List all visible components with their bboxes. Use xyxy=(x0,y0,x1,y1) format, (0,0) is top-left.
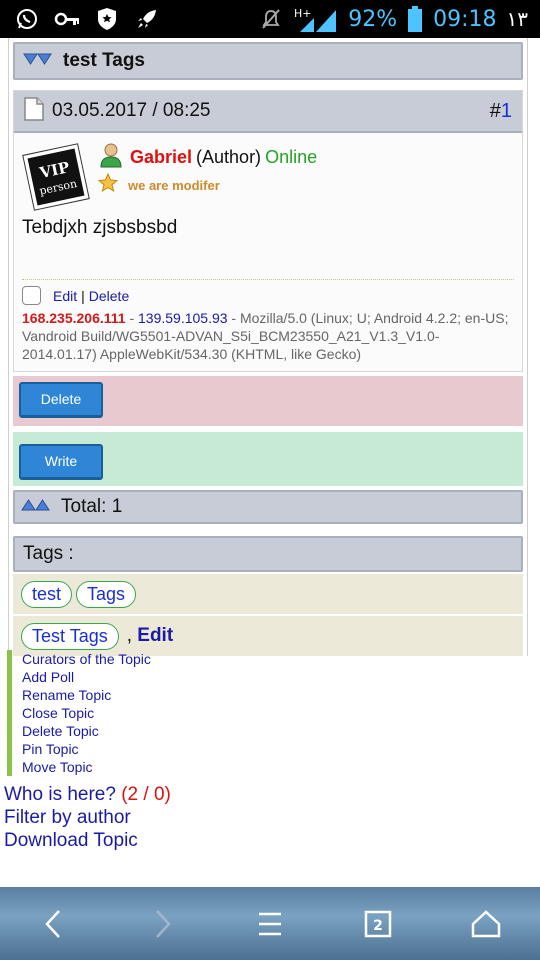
document-icon xyxy=(24,97,44,125)
shield-icon xyxy=(94,6,120,32)
author-info: Gabriel (Author) Online we are modifer xyxy=(97,143,317,197)
network-type: H+ xyxy=(294,7,312,20)
ip-dash: - xyxy=(125,310,139,326)
chevron-right-icon xyxy=(156,909,171,938)
ip-secondary[interactable]: 139.59.105.93 xyxy=(138,310,228,326)
double-arrow-up-icon xyxy=(21,497,51,517)
curators-link[interactable]: Curators of the Topic xyxy=(22,650,151,668)
move-topic-link[interactable]: Move Topic xyxy=(22,758,151,776)
tag-pill[interactable]: Tags xyxy=(76,580,137,608)
total-count: Total: 1 xyxy=(61,496,123,517)
close-topic-link[interactable]: Close Topic xyxy=(22,704,151,722)
post-header: 03.05.2017 / 08:25 #1 xyxy=(14,91,522,133)
topic-title-bar: test Tags xyxy=(13,42,523,80)
ip-primary[interactable]: 168.235.206.111 xyxy=(22,310,126,326)
author-line: Gabriel (Author) Online xyxy=(98,143,317,171)
post-number: #1 xyxy=(490,100,512,123)
online-status: Online xyxy=(265,146,318,167)
delete-area: Delete xyxy=(13,376,523,426)
whatsapp-icon xyxy=(14,6,40,32)
post-message: Tebdjxh zjsbsbsbd xyxy=(22,217,178,238)
tag-combined-pill[interactable]: Test Tags xyxy=(21,622,119,650)
delete-button[interactable]: Delete xyxy=(19,382,103,418)
avatar[interactable]: VIP person xyxy=(22,143,90,211)
delete-link[interactable]: Delete xyxy=(89,288,129,304)
post-actions: Edit | Delete xyxy=(22,286,514,305)
tags-header: Tags : xyxy=(13,536,523,572)
post-date: 03.05.2017 / 08:25 xyxy=(52,100,211,121)
home-button[interactable] xyxy=(456,894,516,954)
ip-info: 168.235.206.111 - 139.59.105.93 - Mozill… xyxy=(22,309,514,363)
divider xyxy=(22,279,514,280)
signal-icon: H+ xyxy=(294,6,338,32)
total-bar: Total: 1 xyxy=(13,490,523,524)
topic-tools: Curators of the Topic Add Poll Rename To… xyxy=(7,650,151,776)
day-indicator: ١٣ xyxy=(506,7,528,31)
separator: | xyxy=(81,287,85,304)
mute-icon xyxy=(258,6,284,32)
tag-edit-link[interactable]: Edit xyxy=(137,625,173,646)
chevron-left-icon xyxy=(45,909,60,938)
menu-button[interactable] xyxy=(240,894,300,954)
double-arrow-down-icon xyxy=(23,51,53,71)
tag-edit: , Edit xyxy=(127,625,173,647)
author-role: (Author) xyxy=(196,146,262,167)
download-topic-link[interactable]: Download Topic xyxy=(4,829,171,852)
back-button[interactable] xyxy=(24,894,84,954)
rename-topic-link[interactable]: Rename Topic xyxy=(22,686,151,704)
tabs-count: 2 xyxy=(373,918,383,934)
pin-topic-link[interactable]: Pin Topic xyxy=(22,740,151,758)
post-body: VIP person Gabriel (Author) Online we ar… xyxy=(14,133,522,371)
who-is-here-count: (2 / 0) xyxy=(121,784,171,805)
edit-link[interactable]: Edit xyxy=(53,288,77,304)
home-icon xyxy=(471,909,501,937)
tag-list: test Tags xyxy=(13,574,523,614)
status-bar: H+ 92% 09:18 ١٣ xyxy=(0,0,540,38)
key-icon xyxy=(54,6,80,32)
battery-percent: 92% xyxy=(348,6,398,32)
clock: 09:18 xyxy=(433,6,497,32)
star-icon xyxy=(97,172,119,197)
author-row: VIP person Gabriel (Author) Online we ar… xyxy=(22,143,514,211)
topic-title: test Tags xyxy=(63,50,146,71)
write-button[interactable]: Write xyxy=(19,444,103,480)
add-poll-link[interactable]: Add Poll xyxy=(22,668,151,686)
who-is-here-link[interactable]: Who is here? (2 / 0) xyxy=(4,783,171,806)
author-name[interactable]: Gabriel xyxy=(130,147,192,168)
tag-edit-prefix: , xyxy=(126,625,138,646)
tag-pill[interactable]: test xyxy=(21,580,73,608)
user-icon xyxy=(98,142,124,173)
bottom-links: Who is here? (2 / 0) Filter by author Do… xyxy=(4,783,171,852)
user-status: we are modifer xyxy=(97,172,317,197)
select-checkbox[interactable] xyxy=(22,286,41,305)
post: 03.05.2017 / 08:25 #1 VIP person Gabriel… xyxy=(13,90,523,372)
filter-by-author-link[interactable]: Filter by author xyxy=(4,806,171,829)
browser-navbar: 2 xyxy=(0,887,540,960)
tags-header-label: Tags : xyxy=(23,543,74,564)
who-is-here-label: Who is here? xyxy=(4,784,116,805)
post-number-link[interactable]: 1 xyxy=(501,100,512,122)
tabs-button[interactable]: 2 xyxy=(348,894,408,954)
delete-topic-link[interactable]: Delete Topic xyxy=(22,722,151,740)
status-text: we are modifer xyxy=(128,177,220,193)
tabs-icon: 2 xyxy=(364,910,392,937)
menu-icon xyxy=(259,912,281,935)
topic-container: test Tags 03.05.2017 / 08:25 #1 VIP pers… xyxy=(8,38,528,656)
battery-icon xyxy=(407,6,423,32)
forward-button[interactable] xyxy=(132,894,192,954)
rocket-icon xyxy=(134,6,160,32)
write-area: Write xyxy=(13,432,523,486)
post-number-prefix: # xyxy=(489,99,501,122)
